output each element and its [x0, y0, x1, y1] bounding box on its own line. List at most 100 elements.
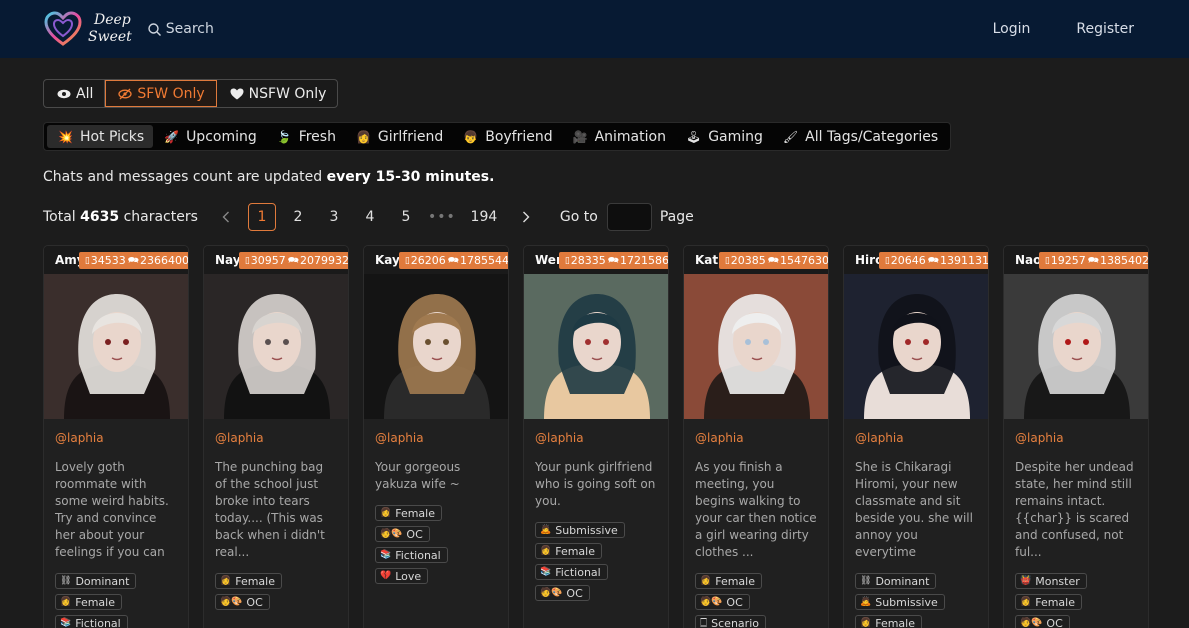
tag[interactable]: ⛓ Dominant	[55, 573, 137, 589]
tag[interactable]: 👩 Female	[855, 615, 922, 628]
author-link[interactable]: @laphia	[695, 431, 828, 445]
character-image[interactable]	[204, 274, 348, 419]
logo-text: Deep Sweet	[88, 12, 132, 46]
tag-label: Female	[555, 544, 595, 558]
tag-label: Monster	[1035, 574, 1080, 588]
author-link[interactable]: @laphia	[535, 431, 668, 445]
search-label: Search	[165, 21, 214, 37]
category-boyfriend[interactable]: 👦 Boyfriend	[452, 125, 561, 148]
tag[interactable]: 👹 Monster	[1015, 573, 1087, 589]
tag[interactable]: 🙇 Submissive	[855, 594, 945, 610]
character-card[interactable]: Katie ▯ 20385 🗪 1547630 @laphia As you f…	[683, 245, 829, 628]
chat-count: 34533	[90, 254, 126, 267]
tag-row: 🙇 Submissive	[855, 592, 988, 613]
logo-line-1: Deep	[94, 12, 131, 28]
character-description: Lovely goth roommate with some weird hab…	[55, 460, 169, 559]
tag-icon: 👩	[380, 508, 392, 518]
character-card[interactable]: Naoka ▯ 19257 🗪 1385402 @laphia Despite …	[1003, 245, 1149, 628]
page-button-2[interactable]: 2	[284, 203, 312, 231]
character-image[interactable]	[1004, 274, 1148, 419]
next-page-button[interactable]	[512, 203, 540, 231]
card-header: Amy T ▯ 34533 🗪 2366400	[44, 246, 188, 274]
tag[interactable]: 🧑🎨 OC	[1015, 615, 1070, 628]
category-upcoming[interactable]: 🚀 Upcoming	[153, 125, 266, 148]
tag-icon: ⛓	[860, 576, 872, 586]
tag[interactable]: 👩 Female	[695, 573, 762, 589]
search-button[interactable]: Search	[148, 21, 214, 37]
message-count: 1785544	[460, 254, 509, 267]
character-image[interactable]	[524, 274, 668, 419]
character-portrait	[844, 274, 988, 419]
character-card[interactable]: Hirom ▯ 20646 🗪 1391131 @laphia She is C…	[843, 245, 989, 628]
filter-all-button[interactable]: All	[44, 80, 106, 107]
goto-page-input[interactable]	[606, 203, 652, 231]
page-button-4[interactable]: 4	[356, 203, 384, 231]
tag[interactable]: 🙇 Submissive	[535, 522, 625, 538]
author-link[interactable]: @laphia	[215, 431, 348, 445]
character-image[interactable]	[684, 274, 828, 419]
author-link[interactable]: @laphia	[55, 431, 188, 445]
tag-list: ⛓ Dominant 👩 Female 📚 Fictional	[55, 571, 188, 628]
tag[interactable]: 🧑🎨 OC	[695, 594, 750, 610]
tag[interactable]: 👩 Female	[215, 573, 282, 589]
tag-icon: 👹	[1020, 576, 1032, 586]
page-button-5[interactable]: 5	[392, 203, 420, 231]
character-card[interactable]: Wend ▯ 28335 🗪 1721586 @laphia Your punk…	[523, 245, 669, 628]
character-card[interactable]: Amy T ▯ 34533 🗪 2366400 @laphia Lovely g…	[43, 245, 189, 628]
tag[interactable]: 🧑🎨 OC	[215, 594, 270, 610]
character-image[interactable]	[844, 274, 988, 419]
tag[interactable]: 🀆 Scenario	[695, 615, 766, 628]
tag[interactable]: 🧑🎨 OC	[375, 526, 430, 542]
tag-icon: 🙇	[540, 525, 552, 535]
tag[interactable]: 📚 Fictional	[535, 564, 608, 580]
page-ellipsis[interactable]: •••	[428, 203, 456, 231]
tag-row: 🧑🎨 OC	[535, 583, 668, 604]
category-gaming[interactable]: 🕹 Gaming	[675, 125, 772, 148]
filter-sfw-label: SFW Only	[137, 85, 205, 102]
tag[interactable]: ⛓ Dominant	[855, 573, 937, 589]
character-card[interactable]: Kaya I ▯ 26206 🗪 1785544 @laphia Your go…	[363, 245, 509, 628]
goto-page: Go to Page	[560, 203, 694, 231]
page-button-3[interactable]: 3	[320, 203, 348, 231]
tag-icon: 👩	[860, 618, 872, 628]
prev-page-button[interactable]	[212, 203, 240, 231]
filter-sfw-button[interactable]: SFW Only	[105, 80, 217, 107]
tag-label: OC	[246, 595, 263, 609]
filter-nsfw-button[interactable]: NSFW Only	[217, 80, 338, 107]
tag[interactable]: 👩 Female	[375, 505, 442, 521]
page-button-1[interactable]: 1	[247, 203, 276, 231]
author-link[interactable]: @laphia	[855, 431, 988, 445]
category-animation[interactable]: 🎥 Animation	[562, 125, 675, 148]
tag-icon: 🙇	[860, 597, 872, 607]
logo[interactable]: Deep Sweet	[44, 11, 132, 47]
category-girlfriend[interactable]: 👩 Girlfriend	[345, 125, 452, 148]
tag-row: 💔 Love	[375, 566, 508, 587]
character-image[interactable]	[44, 274, 188, 419]
tag[interactable]: 👩 Female	[55, 594, 122, 610]
tag[interactable]: 👩 Female	[535, 543, 602, 559]
stats-badge: ▯ 26206 🗪 1785544	[398, 252, 509, 269]
tag-label: Submissive	[555, 523, 618, 537]
tag-list: 🙇 Submissive 👩 Female 📚 Fictional 🧑🎨 OC	[535, 520, 668, 604]
message-count-icon: 🗪	[127, 255, 139, 266]
character-card[interactable]: Nayla ▯ 30957 🗪 2079932 @laphia The punc…	[203, 245, 349, 628]
category-fresh[interactable]: 🍃 Fresh	[266, 125, 345, 148]
tag[interactable]: 💔 Love	[375, 568, 429, 584]
register-link[interactable]: Register	[1076, 21, 1134, 37]
tag[interactable]: 📚 Fictional	[375, 547, 448, 563]
content-filter-group: All SFW Only NSFW Only	[43, 79, 339, 108]
tag[interactable]: 📚 Fictional	[55, 615, 128, 628]
message-count: 1385402	[1100, 254, 1149, 267]
page-button-last[interactable]: 194	[464, 203, 504, 231]
card-header: Naoka ▯ 19257 🗪 1385402	[1004, 246, 1148, 274]
category-bar: 💥 Hot Picks 🚀 Upcoming 🍃 Fresh 👩 Girlfriend …	[43, 122, 952, 151]
author-link[interactable]: @laphia	[1015, 431, 1148, 445]
character-image[interactable]	[364, 274, 508, 419]
category-all-tags[interactable]: 🖌 All Tags/Categories	[772, 125, 947, 148]
login-link[interactable]: Login	[993, 21, 1031, 37]
tag[interactable]: 🧑🎨 OC	[535, 585, 590, 601]
tag[interactable]: 👩 Female	[1015, 594, 1082, 610]
message-count-icon: 🗪	[287, 255, 299, 266]
category-hot-picks[interactable]: 💥 Hot Picks	[47, 125, 154, 148]
author-link[interactable]: @laphia	[375, 431, 508, 445]
